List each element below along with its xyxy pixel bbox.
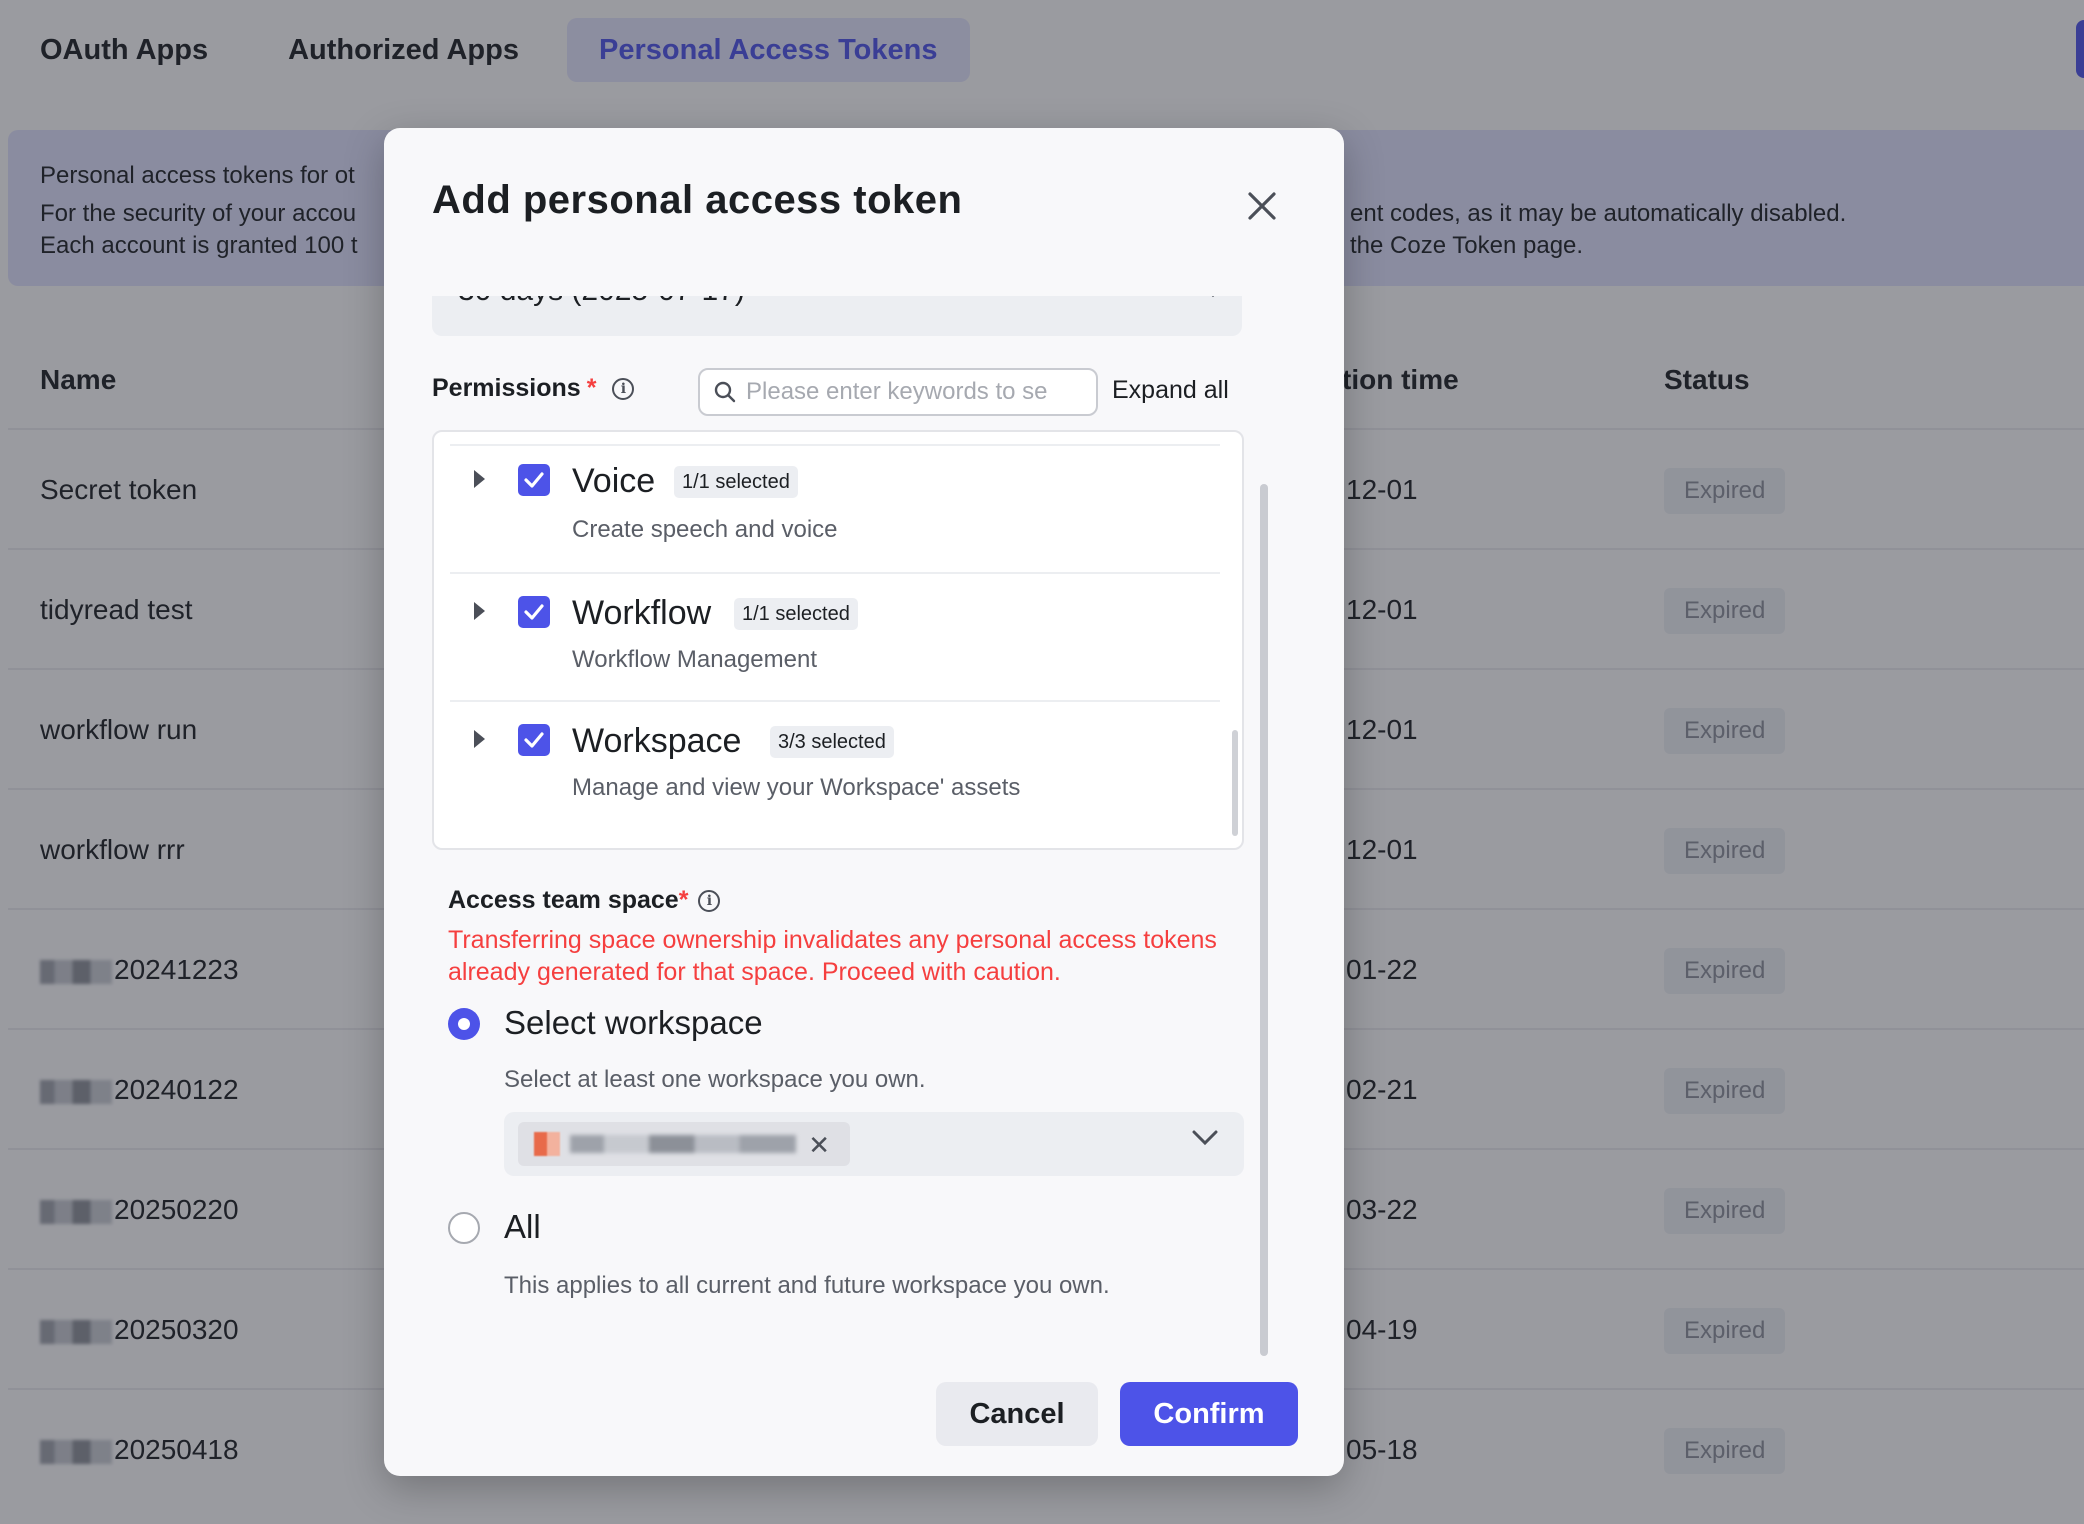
remove-tag-icon[interactable]: ✕ [808,1130,830,1161]
permission-desc: Workflow Management [572,646,817,673]
radio-label-all[interactable]: All [504,1208,541,1246]
permission-search[interactable] [698,368,1098,416]
permissions-label-text: Permissions [432,374,581,402]
permission-item-workflow[interactable]: Workflow 1/1 selected Workflow Managemen… [450,572,1220,700]
expand-caret-icon[interactable] [474,730,485,748]
redacted-text [570,1135,796,1153]
radio-label-select-workspace[interactable]: Select workspace [504,1004,763,1042]
chevron-down-icon[interactable] [1192,1130,1218,1146]
permission-name: Voice [572,462,656,500]
permission-name: Workflow [572,594,712,632]
chevron-down-icon [1211,296,1215,298]
selected-count-badge: 1/1 selected [734,598,858,630]
required-asterisk: * [586,374,597,402]
permission-desc: Manage and view your Workspace' assets [572,774,1021,801]
permission-checkbox[interactable] [518,464,550,496]
info-icon[interactable]: i [612,377,635,400]
permissions-label: Permissions * i [432,374,635,403]
radio-select-workspace[interactable] [448,1008,480,1040]
check-icon [524,604,544,620]
ownership-warning: Transferring space ownership invalidates… [448,926,1217,986]
workspace-tag: ✕ [518,1122,850,1166]
expiration-select[interactable]: 30 days (2025-07-17) [432,296,1242,336]
radio-all[interactable] [448,1212,480,1244]
workspace-select[interactable]: ✕ [504,1112,1244,1176]
search-icon [714,381,736,403]
select-workspace-hint: Select at least one workspace you own. [504,1066,926,1093]
permission-item-voice[interactable]: Voice 1/1 selected Create speech and voi… [450,444,1220,572]
permissions-tree: Voice 1/1 selected Create speech and voi… [432,430,1244,850]
confirm-button[interactable]: Confirm [1120,1382,1298,1446]
team-space-label-text: Access team space [448,886,679,914]
check-icon [524,472,544,488]
search-input[interactable] [746,378,1086,406]
check-icon [524,732,544,748]
permission-checkbox[interactable] [518,596,550,628]
permission-name: Workspace [572,722,742,760]
info-icon[interactable]: i [698,889,721,912]
required-asterisk: * [678,886,689,914]
expand-caret-icon[interactable] [474,470,485,488]
dialog-title: Add personal access token [432,178,963,222]
close-icon [1248,192,1276,220]
permissions-scrollbar[interactable] [1232,730,1238,836]
cancel-button[interactable]: Cancel [936,1382,1098,1446]
expand-caret-icon[interactable] [474,602,485,620]
all-workspaces-hint: This applies to all current and future w… [504,1272,1110,1299]
selected-count-badge: 3/3 selected [770,726,894,758]
dialog-scrollbar[interactable] [1260,484,1268,1356]
workspace-avatar [534,1132,560,1156]
selected-count-badge: 1/1 selected [674,466,798,498]
add-token-dialog: Add personal access token 30 days (2025-… [384,128,1344,1476]
permission-checkbox[interactable] [518,724,550,756]
team-space-label: Access team space * i [448,886,721,915]
expiration-value: 30 days (2025-07-17) [458,296,745,308]
permission-desc: Create speech and voice [572,516,838,543]
expand-all-link[interactable]: Expand all [1112,376,1229,405]
close-button[interactable] [1236,180,1288,232]
permission-item-workspace[interactable]: Workspace 3/3 selected Manage and view y… [450,700,1220,840]
